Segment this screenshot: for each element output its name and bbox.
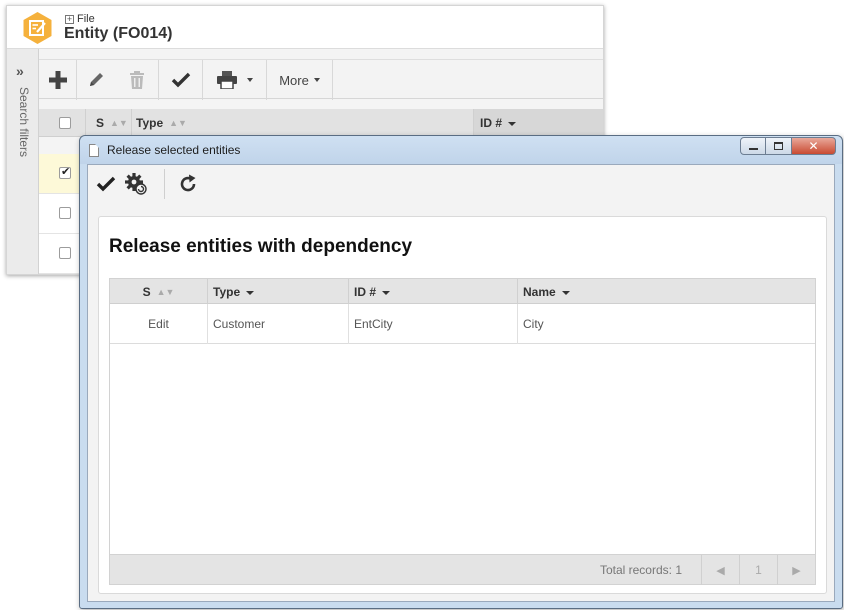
plus-icon bbox=[48, 71, 67, 89]
print-dropdown-caret[interactable] bbox=[246, 78, 253, 82]
close-icon: ✕ bbox=[808, 139, 819, 153]
close-button[interactable]: ✕ bbox=[792, 137, 836, 155]
refresh-icon[interactable] bbox=[178, 174, 198, 194]
sort-icon: ▲▼ bbox=[156, 286, 175, 297]
search-filters-label: Search filters bbox=[17, 87, 31, 158]
column-type[interactable]: Type ▲▼ bbox=[131, 109, 473, 137]
row-checkbox[interactable] bbox=[59, 207, 71, 219]
entity-table-header: S ▲▼ Type ▲▼ ID # bbox=[39, 109, 603, 137]
checkmark-icon bbox=[171, 72, 190, 88]
add-button[interactable] bbox=[39, 60, 77, 100]
entity-toolbar: More bbox=[39, 59, 603, 100]
sort-desc-icon bbox=[246, 290, 255, 295]
select-all-checkbox[interactable] bbox=[59, 117, 71, 129]
sort-icon: ▲▼ bbox=[169, 118, 187, 128]
maximize-button[interactable] bbox=[766, 137, 792, 155]
grid-column-name[interactable]: Name bbox=[518, 279, 815, 304]
sort-icon: ▲▼ bbox=[110, 118, 128, 128]
grid-header: S ▲▼ Type ID # Name bbox=[110, 279, 815, 304]
cell-name: City bbox=[523, 317, 544, 331]
document-icon bbox=[89, 144, 99, 157]
printer-icon bbox=[216, 71, 237, 89]
grid-column-s[interactable]: S ▲▼ bbox=[110, 279, 208, 304]
column-id[interactable]: ID # bbox=[473, 109, 603, 137]
cell-type: Customer bbox=[208, 304, 349, 344]
expand-panel-icon[interactable]: » bbox=[16, 63, 24, 79]
row-checkbox[interactable] bbox=[59, 247, 71, 259]
sort-desc-icon bbox=[561, 290, 570, 295]
sort-desc-icon bbox=[508, 122, 517, 126]
dependency-grid: S ▲▼ Type ID # Name Edit Customer EntCit… bbox=[109, 278, 816, 585]
next-icon: ▶ bbox=[792, 564, 801, 577]
more-button[interactable]: More bbox=[267, 60, 333, 100]
page-title: Entity (FO014) bbox=[64, 25, 173, 42]
release-button[interactable] bbox=[159, 60, 203, 100]
settings-gear-icon[interactable] bbox=[125, 173, 147, 195]
prev-page-button[interactable]: ◀ bbox=[701, 555, 739, 585]
more-label: More bbox=[279, 72, 309, 88]
toolbar-divider bbox=[164, 169, 165, 199]
breadcrumb-file: File bbox=[77, 13, 95, 25]
dialog-content-card: Release entities with dependency S ▲▼ Typ… bbox=[98, 216, 827, 594]
confirm-icon[interactable] bbox=[96, 176, 116, 192]
row-checkbox[interactable] bbox=[59, 165, 71, 179]
page-number[interactable]: 1 bbox=[739, 555, 777, 585]
column-s[interactable]: S ▲▼ bbox=[85, 109, 131, 137]
entity-app-icon bbox=[23, 12, 52, 44]
prev-icon: ◀ bbox=[716, 564, 725, 577]
release-dialog: Release selected entities ✕ Release enti… bbox=[79, 135, 843, 609]
window-controls: ✕ bbox=[740, 137, 836, 155]
total-records: Total records: 1 bbox=[599, 563, 682, 577]
expand-icon: + bbox=[65, 13, 74, 24]
dialog-title: Release selected entities bbox=[107, 143, 241, 157]
minimize-icon bbox=[748, 148, 758, 150]
grid-column-type[interactable]: Type bbox=[208, 279, 349, 304]
dialog-toolbar bbox=[88, 165, 834, 205]
grid-column-id[interactable]: ID # bbox=[349, 279, 518, 304]
search-filters-panel[interactable]: » Search filters bbox=[7, 49, 39, 274]
grid-footer: Total records: 1 ◀ 1 ▶ bbox=[110, 554, 815, 585]
delete-button[interactable] bbox=[115, 60, 159, 100]
dialog-heading: Release entities with dependency bbox=[109, 236, 413, 257]
pencil-icon bbox=[90, 73, 103, 86]
next-page-button[interactable]: ▶ bbox=[777, 555, 815, 585]
print-button[interactable] bbox=[203, 60, 267, 100]
dialog-body: Release entities with dependency S ▲▼ Typ… bbox=[87, 164, 835, 602]
sort-desc-icon bbox=[382, 290, 391, 295]
cell-status: Edit bbox=[110, 304, 208, 344]
cell-id: EntCity bbox=[349, 304, 518, 344]
entity-header: + File Entity (FO014) bbox=[7, 6, 603, 49]
edit-button[interactable] bbox=[77, 60, 115, 100]
dialog-title-bar[interactable]: Release selected entities ✕ bbox=[80, 136, 842, 164]
table-row[interactable]: Edit Customer EntCity City bbox=[110, 304, 815, 344]
maximize-icon bbox=[774, 142, 783, 150]
more-caret-icon bbox=[313, 78, 320, 82]
breadcrumb[interactable]: + File bbox=[65, 13, 95, 25]
minimize-button[interactable] bbox=[740, 137, 766, 155]
trash-icon bbox=[129, 71, 144, 89]
